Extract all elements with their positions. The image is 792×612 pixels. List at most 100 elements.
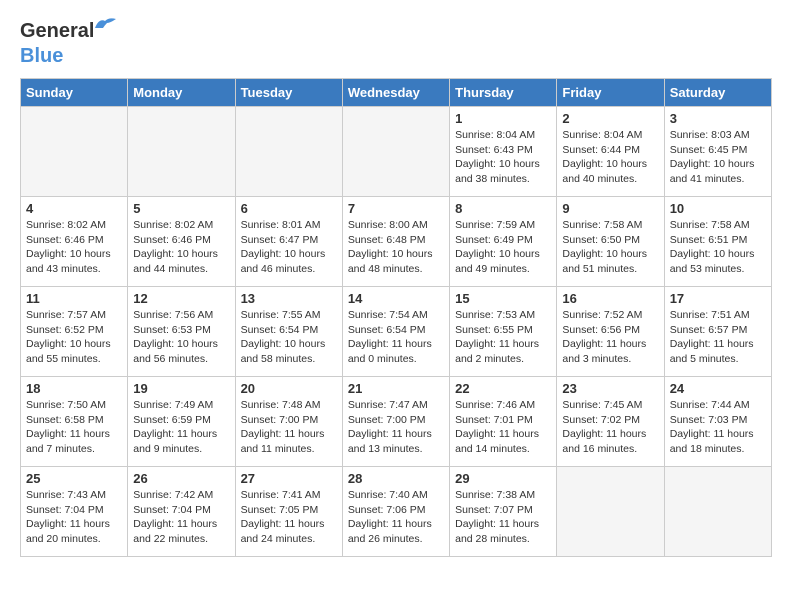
day-info: Sunrise: 7:42 AM Sunset: 7:04 PM Dayligh…: [133, 488, 229, 547]
calendar-cell: 1Sunrise: 8:04 AM Sunset: 6:43 PM Daylig…: [450, 107, 557, 197]
day-number: 12: [133, 291, 229, 306]
day-info: Sunrise: 7:51 AM Sunset: 6:57 PM Dayligh…: [670, 308, 766, 367]
calendar-cell: 12 Sunrise: 7:56 AM Sunset: 6:53 PM Dayli…: [128, 287, 235, 377]
day-info: Sunrise: 7:56 AM Sunset: 6:53 PM Dayligh…: [133, 308, 229, 367]
day-info: Sunrise: 7:47 AM Sunset: 7:00 PM Dayligh…: [348, 398, 444, 457]
calendar-cell: 2 Sunrise: 8:04 AM Sunset: 6:44 PM Daylig…: [557, 107, 664, 197]
calendar-cell: 5 Sunrise: 8:02 AM Sunset: 6:46 PM Daylig…: [128, 197, 235, 287]
day-number: 21: [348, 381, 444, 396]
day-info: Sunrise: 7:50 AM Sunset: 6:58 PM Dayligh…: [26, 398, 122, 457]
day-info: Sunrise: 7:57 AM Sunset: 6:52 PM Dayligh…: [26, 308, 122, 367]
day-number: 4: [26, 201, 122, 216]
day-info: Sunrise: 7:52 AM Sunset: 6:56 PM Dayligh…: [562, 308, 658, 367]
calendar-cell: 28Sunrise: 7:40 AM Sunset: 7:06 PM Dayli…: [342, 467, 449, 557]
day-info: Sunrise: 7:45 AM Sunset: 7:02 PM Dayligh…: [562, 398, 658, 457]
weekday-header-friday: Friday: [557, 79, 664, 107]
day-number: 3: [670, 111, 766, 126]
day-number: 28: [348, 471, 444, 486]
day-info: Sunrise: 8:04 AM Sunset: 6:44 PM Dayligh…: [562, 128, 658, 187]
day-number: 1: [455, 111, 551, 126]
day-info: Sunrise: 7:54 AM Sunset: 6:54 PM Dayligh…: [348, 308, 444, 367]
day-number: 8: [455, 201, 551, 216]
logo: General Blue: [20, 20, 94, 68]
day-number: 2: [562, 111, 658, 126]
calendar-cell: 27 Sunrise: 7:41 AM Sunset: 7:05 PM Dayli…: [235, 467, 342, 557]
weekday-header-tuesday: Tuesday: [235, 79, 342, 107]
calendar-week-1: 1Sunrise: 8:04 AM Sunset: 6:43 PM Daylig…: [21, 107, 772, 197]
calendar-cell: 6 Sunrise: 8:01 AM Sunset: 6:47 PM Daylig…: [235, 197, 342, 287]
day-info: Sunrise: 7:44 AM Sunset: 7:03 PM Dayligh…: [670, 398, 766, 457]
calendar-cell: 16 Sunrise: 7:52 AM Sunset: 6:56 PM Dayli…: [557, 287, 664, 377]
calendar-cell: 4Sunrise: 8:02 AM Sunset: 6:46 PM Daylig…: [21, 197, 128, 287]
day-info: Sunrise: 7:53 AM Sunset: 6:55 PM Dayligh…: [455, 308, 551, 367]
calendar-body: 1Sunrise: 8:04 AM Sunset: 6:43 PM Daylig…: [21, 107, 772, 557]
day-info: Sunrise: 7:43 AM Sunset: 7:04 PM Dayligh…: [26, 488, 122, 547]
calendar-cell: 24 Sunrise: 7:44 AM Sunset: 7:03 PM Dayli…: [664, 377, 771, 467]
day-number: 23: [562, 381, 658, 396]
day-info: Sunrise: 7:38 AM Sunset: 7:07 PM Dayligh…: [455, 488, 551, 547]
calendar-cell: 25 Sunrise: 7:43 AM Sunset: 7:04 PM Dayli…: [21, 467, 128, 557]
day-info: Sunrise: 7:49 AM Sunset: 6:59 PM Dayligh…: [133, 398, 229, 457]
calendar-cell: 23 Sunrise: 7:45 AM Sunset: 7:02 PM Dayli…: [557, 377, 664, 467]
calendar-cell: 8 Sunrise: 7:59 AM Sunset: 6:49 PM Daylig…: [450, 197, 557, 287]
day-number: 10: [670, 201, 766, 216]
day-number: 11: [26, 291, 122, 306]
day-number: 22: [455, 381, 551, 396]
day-number: 14: [348, 291, 444, 306]
day-number: 24: [670, 381, 766, 396]
calendar-cell: 14 Sunrise: 7:54 AM Sunset: 6:54 PM Dayli…: [342, 287, 449, 377]
day-number: 6: [241, 201, 337, 216]
day-number: 27: [241, 471, 337, 486]
weekday-header-thursday: Thursday: [450, 79, 557, 107]
calendar-cell: 21 Sunrise: 7:47 AM Sunset: 7:00 PM Dayli…: [342, 377, 449, 467]
calendar-week-4: 18 Sunrise: 7:50 AM Sunset: 6:58 PM Dayli…: [21, 377, 772, 467]
day-number: 18: [26, 381, 122, 396]
day-number: 29: [455, 471, 551, 486]
day-info: Sunrise: 7:41 AM Sunset: 7:05 PM Dayligh…: [241, 488, 337, 547]
day-info: Sunrise: 8:02 AM Sunset: 6:46 PM Dayligh…: [133, 218, 229, 277]
day-number: 13: [241, 291, 337, 306]
weekday-header-monday: Monday: [128, 79, 235, 107]
calendar-cell: 7Sunrise: 8:00 AM Sunset: 6:48 PM Daylig…: [342, 197, 449, 287]
weekday-header-saturday: Saturday: [664, 79, 771, 107]
day-info: Sunrise: 7:46 AM Sunset: 7:01 PM Dayligh…: [455, 398, 551, 457]
day-info: Sunrise: 8:03 AM Sunset: 6:45 PM Dayligh…: [670, 128, 766, 187]
day-info: Sunrise: 7:48 AM Sunset: 7:00 PM Dayligh…: [241, 398, 337, 457]
day-number: 17: [670, 291, 766, 306]
day-info: Sunrise: 7:59 AM Sunset: 6:49 PM Dayligh…: [455, 218, 551, 277]
calendar-week-2: 4 Sunrise: 8:02 AM Sunset: 6:46 PM Daylig…: [21, 197, 772, 287]
day-number: 25: [26, 471, 122, 486]
logo-blue-text: Blue: [20, 45, 63, 68]
weekday-header-wednesday: Wednesday: [342, 79, 449, 107]
day-number: 15: [455, 291, 551, 306]
calendar-table: SundayMondayTuesdayWednesdayThursdayFrid…: [20, 78, 772, 557]
page-header: General Blue: [20, 20, 772, 68]
logo-bird-icon: [94, 16, 116, 34]
calendar-cell: 13 Sunrise: 7:55 AM Sunset: 6:54 PM Dayli…: [235, 287, 342, 377]
logo-combined: General: [20, 20, 94, 43]
calendar-cell: [557, 467, 664, 557]
calendar-cell: [664, 467, 771, 557]
calendar-cell: [235, 107, 342, 197]
day-info: Sunrise: 8:01 AM Sunset: 6:47 PM Dayligh…: [241, 218, 337, 277]
day-number: 16: [562, 291, 658, 306]
calendar-cell: 22 Sunrise: 7:46 AM Sunset: 7:01 PM Dayli…: [450, 377, 557, 467]
calendar-cell: 15 Sunrise: 7:53 AM Sunset: 6:55 PM Dayli…: [450, 287, 557, 377]
calendar-cell: 3 Sunrise: 8:03 AM Sunset: 6:45 PM Daylig…: [664, 107, 771, 197]
weekday-header-sunday: Sunday: [21, 79, 128, 107]
day-info: Sunrise: 7:58 AM Sunset: 6:50 PM Dayligh…: [562, 218, 658, 277]
calendar-week-5: 25 Sunrise: 7:43 AM Sunset: 7:04 PM Dayli…: [21, 467, 772, 557]
day-number: 5: [133, 201, 229, 216]
calendar-cell: 29 Sunrise: 7:38 AM Sunset: 7:07 PM Dayli…: [450, 467, 557, 557]
calendar-cell: [21, 107, 128, 197]
day-info: Sunrise: 8:00 AM Sunset: 6:48 PM Dayligh…: [348, 218, 444, 277]
day-info: Sunrise: 7:55 AM Sunset: 6:54 PM Dayligh…: [241, 308, 337, 367]
calendar-cell: 9Sunrise: 7:58 AM Sunset: 6:50 PM Daylig…: [557, 197, 664, 287]
calendar-cell: [342, 107, 449, 197]
calendar-cell: 17 Sunrise: 7:51 AM Sunset: 6:57 PM Dayli…: [664, 287, 771, 377]
day-number: 26: [133, 471, 229, 486]
day-number: 19: [133, 381, 229, 396]
logo-general-text: General: [20, 20, 94, 42]
day-number: 20: [241, 381, 337, 396]
calendar-cell: 19 Sunrise: 7:49 AM Sunset: 6:59 PM Dayli…: [128, 377, 235, 467]
